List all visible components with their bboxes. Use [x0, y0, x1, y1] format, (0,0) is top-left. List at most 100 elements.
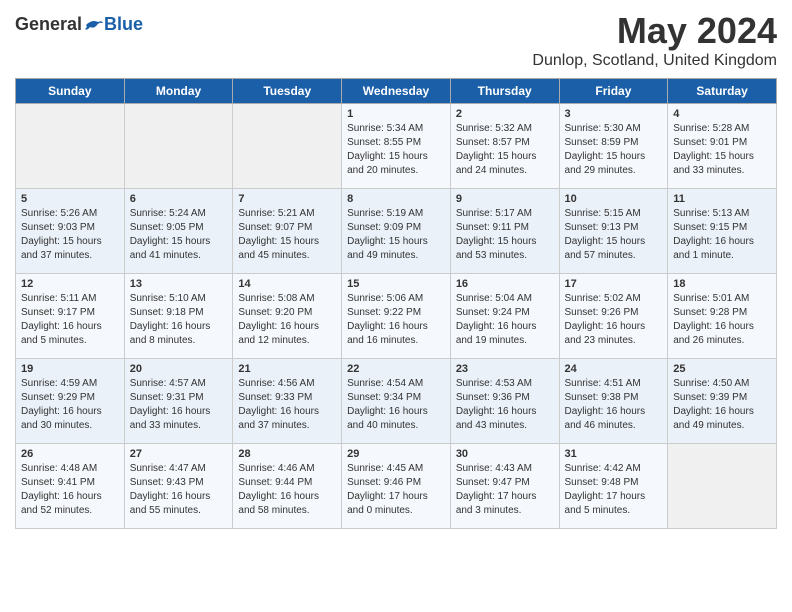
day-number: 3 — [565, 108, 663, 120]
calendar-cell: 12 Sunrise: 5:11 AM Sunset: 9:17 PM Dayli… — [16, 274, 125, 359]
logo-blue: Blue — [104, 14, 143, 35]
cell-text: Sunrise: 4:59 AM Sunset: 9:29 PM Dayligh… — [21, 377, 119, 433]
cell-text: Sunrise: 4:45 AM Sunset: 9:46 PM Dayligh… — [347, 462, 445, 518]
calendar-cell: 7Sunrise: 5:21 AM Sunset: 9:07 PM Daylig… — [233, 189, 342, 274]
day-number: 20 — [130, 363, 228, 375]
day-number: 19 — [21, 363, 119, 375]
cell-text: Sunrise: 5:26 AM Sunset: 9:03 PM Dayligh… — [21, 207, 119, 263]
cell-text: Sunrise: 5:17 AM Sunset: 9:11 PM Dayligh… — [456, 207, 554, 263]
calendar-cell: 3 Sunrise: 5:30 AM Sunset: 8:59 PM Daylig… — [559, 104, 668, 189]
calendar-cell: 13 Sunrise: 5:10 AM Sunset: 9:18 PM Dayli… — [124, 274, 233, 359]
calendar-cell: 29 Sunrise: 4:45 AM Sunset: 9:46 PM Dayli… — [342, 444, 451, 529]
calendar-cell: 24 Sunrise: 4:51 AM Sunset: 9:38 PM Dayli… — [559, 359, 668, 444]
day-number: 30 — [456, 448, 554, 460]
day-number: 22 — [347, 363, 445, 375]
calendar-cell: 14 Sunrise: 5:08 AM Sunset: 9:20 PM Dayli… — [233, 274, 342, 359]
calendar-header-row: SundayMondayTuesdayWednesdayThursdayFrid… — [16, 79, 777, 104]
calendar-cell: 15Sunrise: 5:06 AM Sunset: 9:22 PM Dayli… — [342, 274, 451, 359]
cell-text: Sunrise: 5:02 AM Sunset: 9:26 PM Dayligh… — [565, 292, 663, 348]
day-number: 5 — [21, 193, 119, 205]
calendar-cell: 23 Sunrise: 4:53 AM Sunset: 9:36 PM Dayli… — [450, 359, 559, 444]
day-number: 4 — [673, 108, 771, 120]
day-number: 23 — [456, 363, 554, 375]
cell-text: Sunrise: 4:48 AM Sunset: 9:41 PM Dayligh… — [21, 462, 119, 518]
day-number: 24 — [565, 363, 663, 375]
calendar-header-monday: Monday — [124, 79, 233, 104]
cell-text: Sunrise: 4:42 AM Sunset: 9:48 PM Dayligh… — [565, 462, 663, 518]
day-number: 29 — [347, 448, 445, 460]
calendar-row: 5 Sunrise: 5:26 AM Sunset: 9:03 PM Daylig… — [16, 189, 777, 274]
calendar-header-wednesday: Wednesday — [342, 79, 451, 104]
day-number: 7 — [238, 193, 336, 205]
month-title: May 2024 — [532, 10, 777, 52]
calendar-row: 19 Sunrise: 4:59 AM Sunset: 9:29 PM Dayli… — [16, 359, 777, 444]
calendar-table: SundayMondayTuesdayWednesdayThursdayFrid… — [15, 78, 777, 529]
calendar-cell: 2 Sunrise: 5:32 AM Sunset: 8:57 PM Daylig… — [450, 104, 559, 189]
calendar-row: 12 Sunrise: 5:11 AM Sunset: 9:17 PM Dayli… — [16, 274, 777, 359]
title-area: May 2024 Dunlop, Scotland, United Kingdo… — [532, 10, 777, 70]
cell-text: Sunrise: 5:28 AM Sunset: 9:01 PM Dayligh… — [673, 122, 771, 178]
calendar-cell — [233, 104, 342, 189]
calendar-cell: 22 Sunrise: 4:54 AM Sunset: 9:34 PM Dayli… — [342, 359, 451, 444]
day-number: 10 — [565, 193, 663, 205]
calendar-cell: 27Sunrise: 4:47 AM Sunset: 9:43 PM Dayli… — [124, 444, 233, 529]
day-number: 13 — [130, 278, 228, 290]
cell-text: Sunrise: 4:46 AM Sunset: 9:44 PM Dayligh… — [238, 462, 336, 518]
cell-text: Sunrise: 5:13 AM Sunset: 9:15 PM Dayligh… — [673, 207, 771, 263]
day-number: 17 — [565, 278, 663, 290]
calendar-cell — [16, 104, 125, 189]
cell-text: Sunrise: 4:50 AM Sunset: 9:39 PM Dayligh… — [673, 377, 771, 433]
cell-text: Sunrise: 5:11 AM Sunset: 9:17 PM Dayligh… — [21, 292, 119, 348]
day-number: 14 — [238, 278, 336, 290]
calendar-cell: 6 Sunrise: 5:24 AM Sunset: 9:05 PM Daylig… — [124, 189, 233, 274]
cell-text: Sunrise: 5:19 AM Sunset: 9:09 PM Dayligh… — [347, 207, 445, 263]
cell-text: Sunrise: 4:43 AM Sunset: 9:47 PM Dayligh… — [456, 462, 554, 518]
day-number: 9 — [456, 193, 554, 205]
cell-text: Sunrise: 5:15 AM Sunset: 9:13 PM Dayligh… — [565, 207, 663, 263]
cell-text: Sunrise: 4:47 AM Sunset: 9:43 PM Dayligh… — [130, 462, 228, 518]
cell-text: Sunrise: 5:32 AM Sunset: 8:57 PM Dayligh… — [456, 122, 554, 178]
calendar-row: 26 Sunrise: 4:48 AM Sunset: 9:41 PM Dayli… — [16, 444, 777, 529]
calendar-cell: 5 Sunrise: 5:26 AM Sunset: 9:03 PM Daylig… — [16, 189, 125, 274]
day-number: 12 — [21, 278, 119, 290]
calendar-cell: 31Sunrise: 4:42 AM Sunset: 9:48 PM Dayli… — [559, 444, 668, 529]
cell-text: Sunrise: 5:10 AM Sunset: 9:18 PM Dayligh… — [130, 292, 228, 348]
calendar-cell: 21Sunrise: 4:56 AM Sunset: 9:33 PM Dayli… — [233, 359, 342, 444]
cell-text: Sunrise: 5:08 AM Sunset: 9:20 PM Dayligh… — [238, 292, 336, 348]
calendar-cell: 20Sunrise: 4:57 AM Sunset: 9:31 PM Dayli… — [124, 359, 233, 444]
cell-text: Sunrise: 5:04 AM Sunset: 9:24 PM Dayligh… — [456, 292, 554, 348]
day-number: 18 — [673, 278, 771, 290]
calendar-cell: 28 Sunrise: 4:46 AM Sunset: 9:44 PM Dayli… — [233, 444, 342, 529]
day-number: 16 — [456, 278, 554, 290]
day-number: 21 — [238, 363, 336, 375]
cell-text: Sunrise: 4:54 AM Sunset: 9:34 PM Dayligh… — [347, 377, 445, 433]
calendar-header-tuesday: Tuesday — [233, 79, 342, 104]
day-number: 28 — [238, 448, 336, 460]
day-number: 6 — [130, 193, 228, 205]
calendar-header-saturday: Saturday — [668, 79, 777, 104]
day-number: 2 — [456, 108, 554, 120]
day-number: 25 — [673, 363, 771, 375]
header: General Blue May 2024 Dunlop, Scotland, … — [15, 10, 777, 70]
calendar-cell: 16 Sunrise: 5:04 AM Sunset: 9:24 PM Dayli… — [450, 274, 559, 359]
cell-text: Sunrise: 5:30 AM Sunset: 8:59 PM Dayligh… — [565, 122, 663, 178]
calendar-cell — [668, 444, 777, 529]
cell-text: Sunrise: 5:01 AM Sunset: 9:28 PM Dayligh… — [673, 292, 771, 348]
cell-text: Sunrise: 5:24 AM Sunset: 9:05 PM Dayligh… — [130, 207, 228, 263]
day-number: 26 — [21, 448, 119, 460]
cell-text: Sunrise: 4:53 AM Sunset: 9:36 PM Dayligh… — [456, 377, 554, 433]
calendar-cell: 1 Sunrise: 5:34 AM Sunset: 8:55 PM Daylig… — [342, 104, 451, 189]
calendar-cell: 30 Sunrise: 4:43 AM Sunset: 9:47 PM Dayli… — [450, 444, 559, 529]
day-number: 1 — [347, 108, 445, 120]
calendar-cell: 11 Sunrise: 5:13 AM Sunset: 9:15 PM Dayli… — [668, 189, 777, 274]
day-number: 11 — [673, 193, 771, 205]
cell-text: Sunrise: 5:34 AM Sunset: 8:55 PM Dayligh… — [347, 122, 445, 178]
logo-bird-icon — [84, 17, 104, 33]
calendar-cell: 8Sunrise: 5:19 AM Sunset: 9:09 PM Daylig… — [342, 189, 451, 274]
logo-general: General — [15, 14, 82, 35]
cell-text: Sunrise: 4:51 AM Sunset: 9:38 PM Dayligh… — [565, 377, 663, 433]
calendar-cell: 9 Sunrise: 5:17 AM Sunset: 9:11 PM Daylig… — [450, 189, 559, 274]
calendar-header-thursday: Thursday — [450, 79, 559, 104]
calendar-cell: 19 Sunrise: 4:59 AM Sunset: 9:29 PM Dayli… — [16, 359, 125, 444]
calendar-header-sunday: Sunday — [16, 79, 125, 104]
